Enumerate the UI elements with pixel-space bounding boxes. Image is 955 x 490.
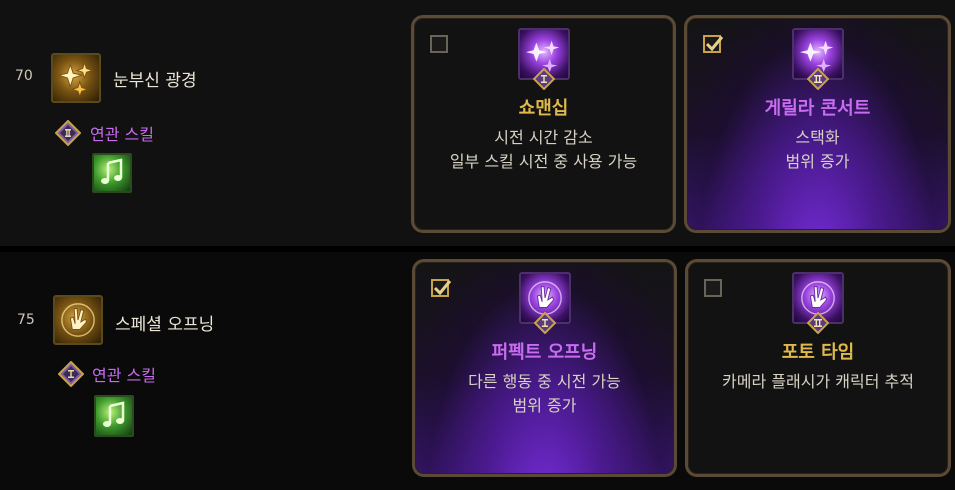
checkbox-checked[interactable] (703, 35, 724, 53)
related-skill-music-icon[interactable] (94, 395, 134, 437)
hand-gesture-icon (61, 303, 95, 337)
photo-time-option-icon (792, 272, 844, 334)
option-desc-line: 스택화 (795, 128, 840, 147)
guerrilla-concert-option-icon (791, 28, 844, 90)
tripod-option-card[interactable]: 포토 타임 카메라 플래시가 캐릭터 추적 (685, 259, 951, 477)
option-desc-line: 범위 증가 (512, 396, 577, 415)
option-title: 포토 타임 (781, 342, 855, 363)
skill-level: 70 (15, 68, 33, 84)
checkbox[interactable] (704, 279, 722, 297)
skill-name: 스페셜 오프닝 (115, 315, 215, 335)
tier-1-badge-icon (533, 312, 556, 334)
checkmark-icon (433, 280, 452, 296)
tier-1-badge-icon (532, 68, 555, 90)
music-note-icon (103, 401, 125, 427)
option-title: 퍼펙트 오프닝 (491, 342, 598, 363)
related-skill-music-icon[interactable] (92, 153, 132, 193)
option-desc-line: 다른 행동 중 시전 가능 (468, 372, 621, 391)
special-opening-skill-icon[interactable] (53, 295, 103, 345)
option-title: 게릴라 콘서트 (764, 98, 871, 119)
sparkle-icon (57, 61, 94, 97)
music-note-icon (101, 158, 123, 184)
tripod-option-card-selected[interactable]: 게릴라 콘서트 스택화 범위 증가 (684, 15, 951, 233)
option-desc-line: 카메라 플래시가 캐릭터 추적 (722, 372, 914, 391)
tripod-option-card[interactable]: 쇼맨십 시전 시간 감소 일부 스킬 시전 중 사용 가능 (411, 15, 676, 233)
diamond-tier-icon (58, 361, 84, 387)
skill-row-70: 70 눈부신 광경 연관 스킬 쇼맨십 시전 시간 감소 일부 스킬 시전 중 … (0, 0, 955, 246)
option-desc-line: 시전 시간 감소 (494, 128, 593, 147)
tier-2-badge-icon (807, 312, 829, 334)
checkmark-icon (705, 36, 724, 52)
related-skill-label: 연관 스킬 (92, 366, 156, 385)
tier-2-badge-icon (806, 68, 829, 90)
checkbox-checked[interactable] (431, 279, 452, 297)
option-desc-line: 범위 증가 (785, 152, 850, 171)
skill-row-75: 75 스페셜 오프닝 연관 스킬 퍼펙트 오프닝 다른 행동 중 시전 가능 범… (0, 252, 955, 490)
option-desc-line: 일부 스킬 시전 중 사용 가능 (449, 152, 638, 171)
tripod-option-card-selected[interactable]: 퍼펙트 오프닝 다른 행동 중 시전 가능 범위 증가 (412, 259, 677, 477)
dazzling-sight-skill-icon[interactable] (51, 53, 101, 103)
skill-level: 75 (17, 312, 35, 328)
perfect-opening-option-icon (518, 272, 571, 334)
related-skill-label: 연관 스킬 (90, 125, 154, 144)
showmanship-option-icon (517, 28, 570, 90)
option-title: 쇼맨십 (518, 98, 569, 119)
diamond-tier-icon (55, 120, 81, 146)
skill-name: 눈부신 광경 (113, 71, 197, 91)
checkbox[interactable] (430, 35, 448, 53)
